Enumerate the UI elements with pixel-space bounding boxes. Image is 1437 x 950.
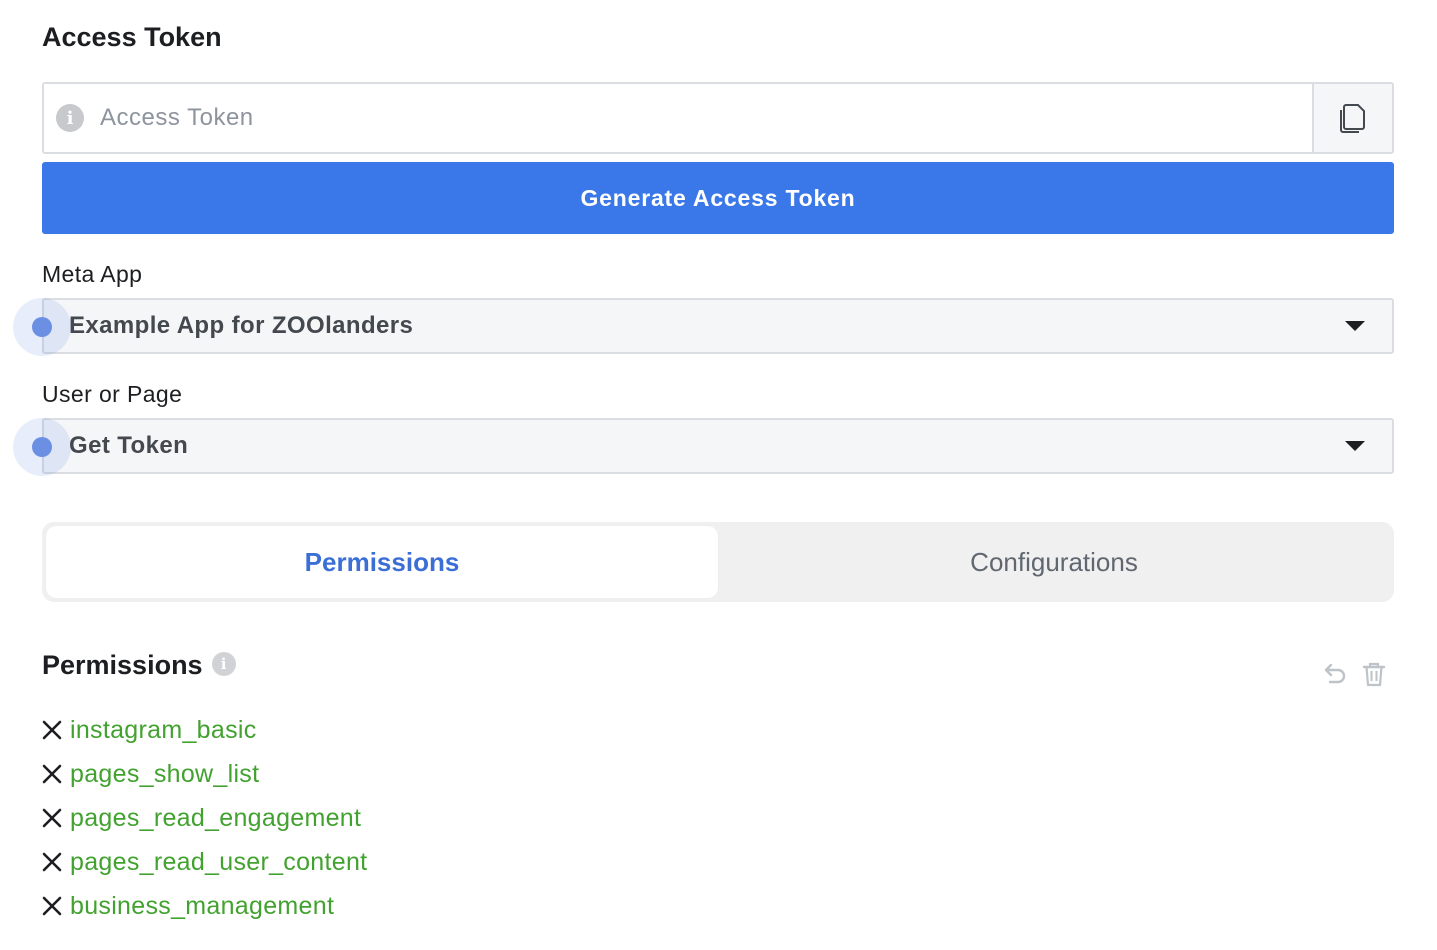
tab-permissions[interactable]: Permissions	[46, 526, 718, 598]
user-or-page-label: User or Page	[42, 381, 183, 407]
clear-button[interactable]	[1361, 660, 1387, 688]
permissions-actions	[1321, 660, 1387, 688]
info-icon[interactable]: i	[211, 651, 236, 676]
close-icon[interactable]	[42, 896, 62, 916]
close-icon[interactable]	[42, 720, 62, 740]
chevron-down-icon	[1345, 441, 1365, 451]
access-token-title: Access Token	[42, 22, 222, 52]
permission-name: business_management	[70, 891, 335, 920]
close-icon[interactable]	[42, 808, 62, 828]
meta-app-selected-value: Example App for ZOOlanders	[69, 312, 414, 339]
tab-bar: Permissions Configurations	[42, 522, 1394, 602]
permission-name: pages_read_user_content	[70, 847, 368, 876]
permission-name: pages_read_engagement	[70, 803, 362, 832]
permissions-list: instagram_basic pages_show_list pages_re…	[42, 708, 367, 928]
chevron-down-icon	[1345, 321, 1365, 331]
permission-item: pages_show_list	[42, 752, 367, 796]
permission-item: instagram_basic	[42, 708, 367, 752]
access-token-input-wrap: i	[44, 84, 1312, 152]
close-icon[interactable]	[42, 764, 62, 784]
permissions-header: Permissions i	[42, 650, 236, 681]
permission-item: pages_read_engagement	[42, 796, 367, 840]
permissions-title: Permissions	[42, 650, 203, 680]
permission-name: pages_show_list	[70, 759, 260, 788]
info-icon: i	[56, 104, 84, 132]
permission-item: pages_read_user_content	[42, 840, 367, 884]
permission-name: instagram_basic	[70, 715, 257, 744]
tab-configurations[interactable]: Configurations	[718, 526, 1390, 598]
user-or-page-select[interactable]: Get Token	[42, 418, 1394, 474]
copy-button[interactable]	[1312, 84, 1392, 152]
access-token-field: i	[42, 82, 1394, 154]
copy-icon	[1340, 104, 1365, 133]
meta-app-select[interactable]: Example App for ZOOlanders	[42, 298, 1394, 354]
generate-access-token-button[interactable]: Generate Access Token	[42, 162, 1394, 234]
meta-app-label: Meta App	[42, 261, 143, 287]
undo-icon	[1324, 663, 1346, 684]
user-or-page-selected-value: Get Token	[69, 432, 189, 459]
trash-icon	[1362, 662, 1386, 687]
close-icon[interactable]	[42, 852, 62, 872]
access-token-input[interactable]	[98, 103, 1312, 133]
permission-item: business_management	[42, 884, 367, 928]
undo-button[interactable]	[1321, 660, 1347, 688]
access-token-panel: Access Token i Generate Access Token Met…	[0, 0, 1437, 950]
